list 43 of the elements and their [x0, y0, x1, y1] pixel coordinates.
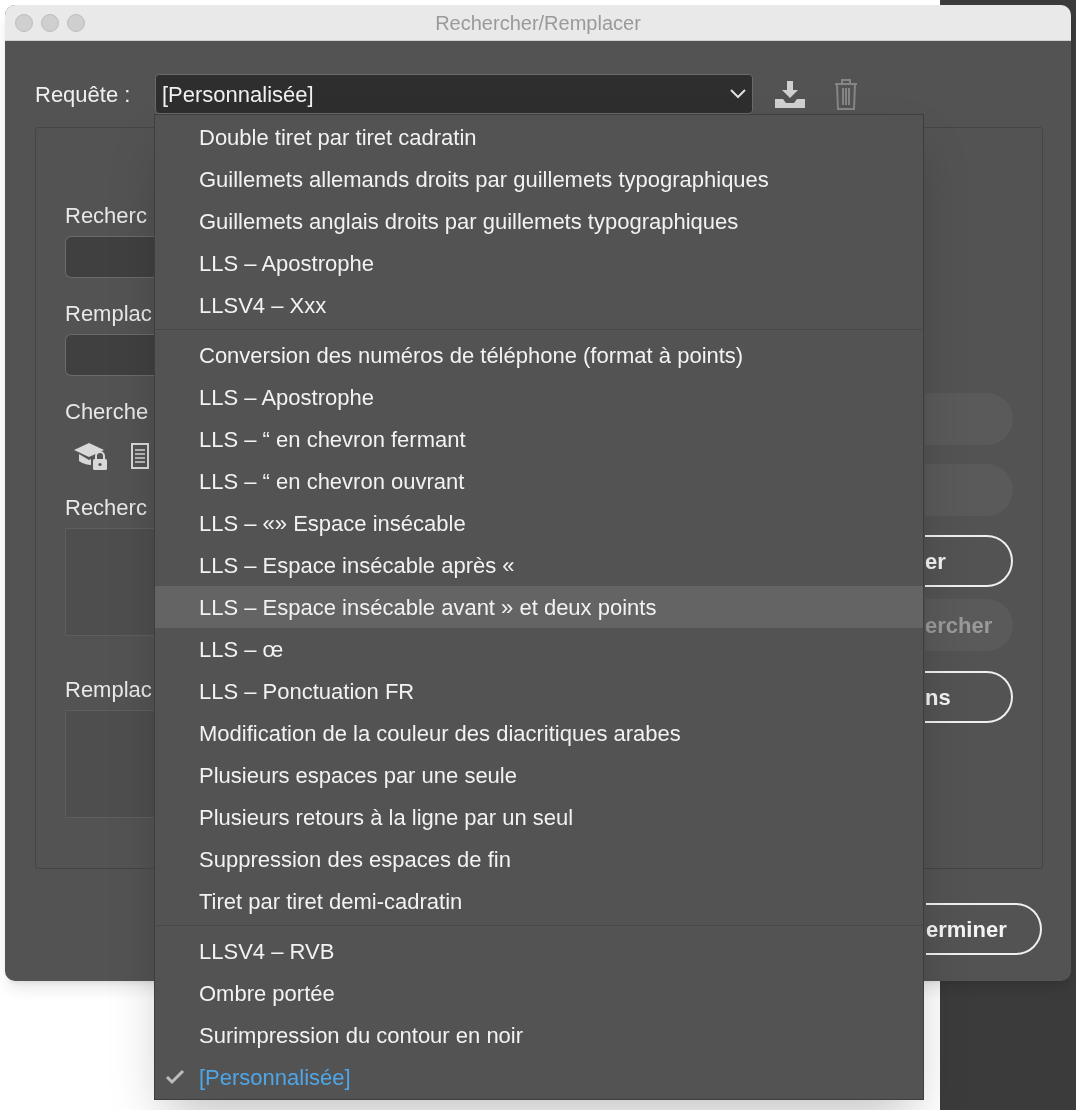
menu-item[interactable]: Tiret par tiret demi-cadratin	[155, 880, 923, 922]
menu-item[interactable]: LLS – Espace insécable avant » et deux points	[155, 586, 923, 628]
menu-item[interactable]: LLS – «» Espace insécable	[155, 502, 923, 544]
menu-item[interactable]: LLS – “ en chevron fermant	[155, 418, 923, 460]
field-label: Cherche	[65, 398, 150, 426]
minimize-button[interactable]	[41, 14, 59, 32]
text-area[interactable]	[65, 528, 155, 636]
zoom-button[interactable]	[67, 14, 85, 32]
field-label: Recherc	[65, 202, 148, 230]
input-field[interactable]	[65, 236, 155, 278]
menu-item[interactable]: LLS – Espace insécable après «	[155, 544, 923, 586]
window-title: Rechercher/Remplacer	[435, 10, 641, 36]
query-label: Requête :	[35, 80, 132, 109]
field-label: Remplac	[65, 676, 153, 704]
chevron-down-icon	[730, 89, 746, 99]
menu-item[interactable]: LLSV4 – RVB	[155, 930, 923, 972]
menu-item[interactable]: Plusieurs espaces par une seule	[155, 754, 923, 796]
field-label: Recherc	[65, 494, 148, 522]
menu-item[interactable]: Conversion des numéros de téléphone (format à points)	[155, 334, 923, 376]
document-icon[interactable]	[131, 443, 149, 469]
menu-item[interactable]: Modification de la couleur des diacritiques arabes	[155, 712, 923, 754]
menu-item[interactable]: LLS – “ en chevron ouvrant	[155, 460, 923, 502]
done-button[interactable]: erminer	[926, 903, 1042, 955]
download-icon[interactable]	[773, 79, 807, 109]
field-label: Remplac	[65, 300, 153, 328]
menu-item[interactable]: LLS – Apostrophe	[155, 242, 923, 284]
input-field[interactable]	[65, 334, 155, 376]
text-area[interactable]	[65, 710, 155, 818]
menu-item[interactable]: LLS – œ	[155, 628, 923, 670]
menu-item[interactable]: LLS – Ponctuation FR	[155, 670, 923, 712]
menu-item[interactable]: LLS – Apostrophe	[155, 376, 923, 418]
checkmark-icon	[165, 1069, 185, 1085]
graduation-cap-lock-icon[interactable]	[73, 440, 109, 472]
menu-item[interactable]: LLSV4 – Xxx	[155, 284, 923, 326]
query-dropdown[interactable]: [Personnalisée]	[155, 74, 753, 114]
close-button[interactable]	[15, 14, 33, 32]
menu-item[interactable]: Double tiret par tiret cadratin	[155, 116, 923, 158]
menu-item[interactable]: Suppression des espaces de fin	[155, 838, 923, 880]
menu-item[interactable]: Ombre portée	[155, 972, 923, 1014]
menu-item[interactable]: Guillemets allemands droits par guillemets typographiques	[155, 158, 923, 200]
menu-item[interactable]: Surimpression du contour en noir	[155, 1014, 923, 1056]
menu-item[interactable]: Guillemets anglais droits par guillemets typographiques	[155, 200, 923, 242]
menu-item[interactable]: Plusieurs retours à la ligne par un seul	[155, 796, 923, 838]
